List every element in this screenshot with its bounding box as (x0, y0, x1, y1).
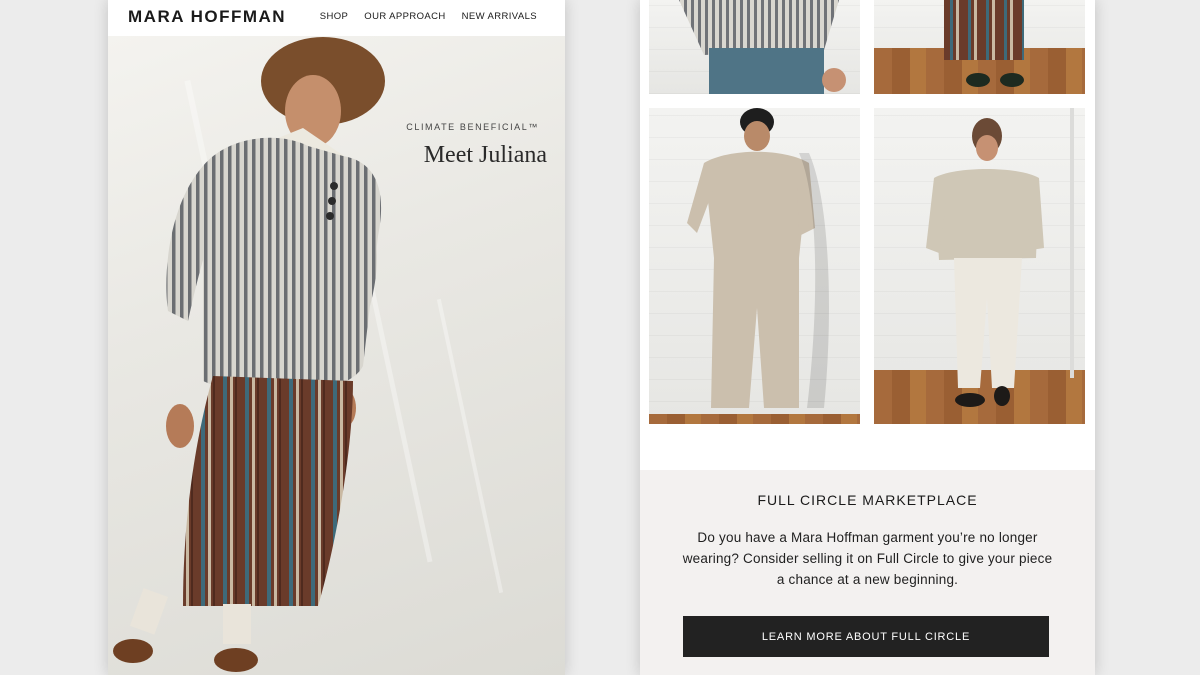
email-panel-left: MARA HOFFMAN SHOP OUR APPROACH NEW ARRIV… (108, 0, 565, 675)
product-photo-jumpsuit[interactable] (649, 108, 860, 424)
hero-title: Meet Juliana (423, 142, 547, 168)
hero-image[interactable]: CLIMATE BENEFICIAL™ Meet Juliana (108, 36, 565, 675)
nav-shop-link[interactable]: SHOP (320, 11, 349, 22)
full-circle-title: FULL CIRCLE MARKETPLACE (757, 492, 978, 508)
nav-our-approach-link[interactable]: OUR APPROACH (364, 11, 445, 22)
email-header: MARA HOFFMAN SHOP OUR APPROACH NEW ARRIV… (108, 0, 565, 36)
hero-kicker: CLIMATE BENEFICIAL™ (406, 122, 539, 132)
email-nav: SHOP OUR APPROACH NEW ARRIVALS (320, 11, 537, 22)
product-photo-sweater-trousers[interactable] (874, 108, 1085, 424)
product-photo-top-left[interactable] (649, 0, 860, 94)
nav-new-arrivals-link[interactable]: NEW ARRIVALS (462, 11, 537, 22)
product-photo-top-right[interactable] (874, 0, 1085, 94)
email-panel-right: FULL CIRCLE MARKETPLACE Do you have a Ma… (640, 0, 1095, 675)
brand-logo[interactable]: MARA HOFFMAN (128, 7, 286, 27)
full-circle-body: Do you have a Mara Hoffman garment you’r… (682, 530, 1053, 587)
full-circle-section: FULL CIRCLE MARKETPLACE Do you have a Ma… (640, 470, 1095, 675)
learn-more-full-circle-button[interactable]: LEARN MORE ABOUT FULL CIRCLE (683, 616, 1049, 657)
